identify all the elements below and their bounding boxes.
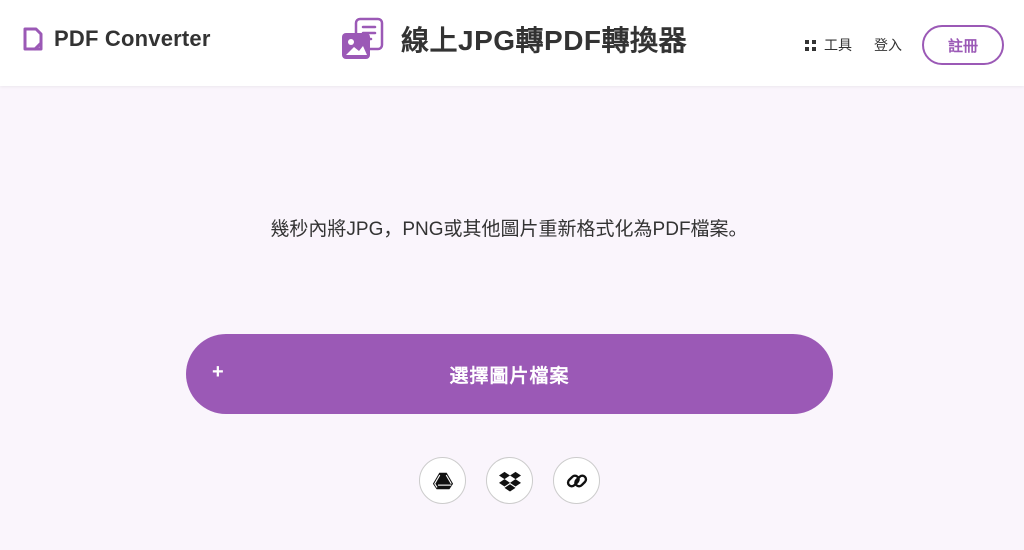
logo[interactable]: PDF Converter <box>22 26 211 52</box>
top-nav: 工具 登入 註冊 <box>805 25 1004 65</box>
pdf-document-icon <box>23 27 43 51</box>
page-title: 線上JPG轉PDF轉換器 <box>401 25 688 56</box>
header: PDF Converter 線上JPG轉PDF轉換器 工具 登入 註冊 <box>0 0 1024 86</box>
tools-label: 工具 <box>824 37 852 53</box>
select-image-button[interactable]: + 選擇圖片檔案 <box>186 334 833 414</box>
cloud-source-row <box>419 457 600 504</box>
signup-button[interactable]: 註冊 <box>922 25 1004 65</box>
dropbox-icon <box>498 471 521 492</box>
select-image-label: 選擇圖片檔案 <box>449 365 570 387</box>
plus-icon: + <box>212 361 224 383</box>
google-drive-icon <box>432 472 453 489</box>
google-drive-button[interactable] <box>419 457 466 504</box>
link-icon <box>566 474 587 487</box>
page-subtitle: 幾秒內將JPG，PNG或其他圖片重新格式化為PDF檔案。 <box>270 219 748 240</box>
page-title-group: 線上JPG轉PDF轉換器 <box>341 17 687 61</box>
dropbox-button[interactable] <box>486 457 533 504</box>
tools-menu[interactable]: 工具 <box>805 35 852 55</box>
login-link[interactable]: 登入 <box>874 35 902 55</box>
url-link-button[interactable] <box>553 457 600 504</box>
image-document-icon <box>342 17 384 59</box>
logo-text: PDF Converter <box>54 26 211 51</box>
grid-icon <box>805 39 816 51</box>
